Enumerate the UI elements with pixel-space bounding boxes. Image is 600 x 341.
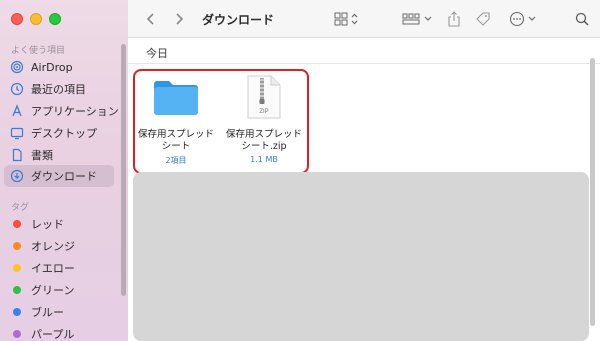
tag-yellow[interactable]: イエロー bbox=[4, 257, 114, 279]
tag-orange[interactable]: オレンジ bbox=[4, 235, 114, 257]
search-icon bbox=[575, 12, 589, 26]
orange-tag-dot-icon bbox=[13, 242, 21, 250]
sidebar-item-label: ダウンロード bbox=[31, 170, 97, 183]
document-icon bbox=[10, 148, 24, 162]
toolbar: ダウンロード bbox=[128, 0, 600, 38]
view-mode-button[interactable] bbox=[334, 10, 360, 28]
action-menu-button[interactable] bbox=[509, 10, 539, 28]
forward-button[interactable] bbox=[172, 10, 186, 28]
red-tag-dot-icon bbox=[13, 220, 21, 228]
empty-area bbox=[133, 172, 589, 341]
tag-label: グリーン bbox=[31, 284, 75, 297]
minimize-window-button[interactable] bbox=[30, 13, 42, 25]
tag-icon bbox=[476, 12, 490, 26]
sidebar-item-label: デスクトップ bbox=[31, 127, 97, 140]
group-divider bbox=[128, 63, 600, 64]
sidebar-item-recents[interactable]: 最近の項目 bbox=[4, 78, 114, 100]
sidebar-item-documents[interactable]: 書類 bbox=[4, 144, 114, 166]
applications-icon bbox=[10, 104, 24, 118]
share-button[interactable] bbox=[446, 10, 462, 28]
airdrop-icon bbox=[10, 60, 24, 74]
tag-blue[interactable]: ブルー bbox=[4, 301, 114, 323]
blue-tag-dot-icon bbox=[13, 308, 21, 316]
zoom-window-button[interactable] bbox=[49, 13, 61, 25]
sidebar-scrollbar[interactable] bbox=[121, 44, 126, 296]
sidebar: よく使う項目 AirDrop 最近の項目 アプリケーション デスクトップ 書類 bbox=[0, 0, 128, 341]
content-scrollbar[interactable] bbox=[590, 58, 595, 326]
chevron-right-icon bbox=[176, 13, 184, 25]
highlight-box bbox=[133, 69, 309, 174]
tag-label: オレンジ bbox=[31, 240, 75, 253]
sidebar-item-label: 書類 bbox=[31, 149, 53, 162]
tag-green[interactable]: グリーン bbox=[4, 279, 114, 301]
tag-purple[interactable]: パープル bbox=[4, 323, 114, 341]
group-header-today: 今日 bbox=[146, 47, 168, 60]
group-by-button[interactable] bbox=[402, 10, 434, 28]
tag-red[interactable]: レッド bbox=[4, 213, 114, 235]
sidebar-item-desktop[interactable]: デスクトップ bbox=[4, 122, 114, 144]
favorites-header: よく使う項目 bbox=[11, 46, 66, 56]
group-grid-icon bbox=[402, 13, 432, 25]
tag-label: イエロー bbox=[31, 262, 75, 275]
file-browser-content: 今日 保存用スプレッドシート 2項目 ZIP 保存用スプレッドシート.zip 1… bbox=[128, 38, 600, 341]
ellipsis-circle-icon bbox=[509, 11, 536, 27]
purple-tag-dot-icon bbox=[13, 330, 21, 338]
grid-view-icon bbox=[334, 12, 358, 26]
search-button[interactable] bbox=[574, 10, 590, 28]
sidebar-item-label: 最近の項目 bbox=[31, 83, 86, 96]
close-window-button[interactable] bbox=[11, 13, 23, 25]
sidebar-item-label: アプリケーション bbox=[31, 105, 119, 118]
tags-header: タグ bbox=[11, 203, 30, 213]
sidebar-item-downloads[interactable]: ダウンロード bbox=[4, 165, 114, 187]
desktop-icon bbox=[10, 126, 24, 140]
tag-label: パープル bbox=[31, 328, 75, 341]
chevron-left-icon bbox=[146, 13, 154, 25]
tag-button[interactable] bbox=[475, 10, 493, 28]
tag-label: レッド bbox=[31, 218, 64, 231]
sidebar-item-applications[interactable]: アプリケーション bbox=[4, 100, 119, 122]
yellow-tag-dot-icon bbox=[13, 264, 21, 272]
download-icon bbox=[10, 169, 24, 183]
sidebar-item-label: AirDrop bbox=[31, 60, 73, 74]
window-title: ダウンロード bbox=[202, 13, 275, 27]
clock-icon bbox=[10, 82, 24, 96]
sidebar-item-airdrop[interactable]: AirDrop bbox=[4, 56, 114, 78]
share-icon bbox=[448, 11, 460, 27]
green-tag-dot-icon bbox=[13, 286, 21, 294]
tag-label: ブルー bbox=[31, 306, 64, 319]
back-button[interactable] bbox=[144, 10, 158, 28]
